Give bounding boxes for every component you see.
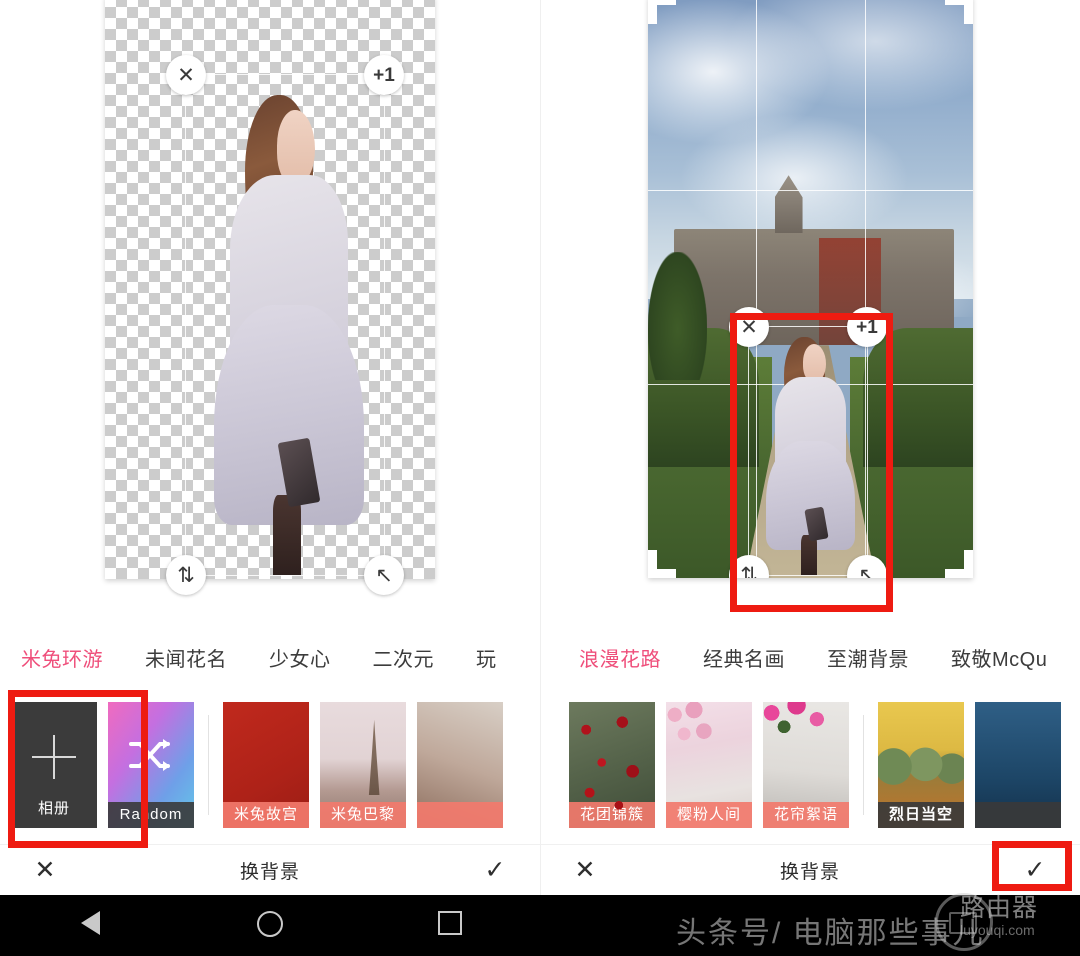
thumb-clipped[interactable]	[417, 702, 503, 828]
selection-flip-handle[interactable]: ⇅	[166, 555, 206, 595]
cutout-person	[186, 75, 384, 575]
cancel-button[interactable]: ✕	[540, 858, 630, 883]
right-editor-stage[interactable]: ✕ +1 ⇅ ↖	[540, 0, 1080, 628]
background-photo-canvas[interactable]: ✕ +1 ⇅ ↖	[648, 0, 973, 578]
right-android-navbar[interactable]	[540, 895, 1080, 956]
thumb-label: 米兔故宫	[223, 802, 309, 828]
thumb-random[interactable]: Random	[108, 702, 194, 828]
thumb-label	[417, 802, 503, 828]
tab-zhijing-mcqueen[interactable]: 致敬McQu	[930, 643, 1068, 672]
selection-delete-handle[interactable]: ✕	[729, 307, 769, 347]
crop-mark-top-left-v	[648, 0, 657, 24]
right-category-tabs[interactable]: 浪漫花路 经典名画 至潮背景 致敬McQu	[540, 628, 1080, 686]
pasted-person-selection-box[interactable]: ✕ +1 ⇅ ↖	[729, 307, 887, 578]
tab-langman-hualu[interactable]: 浪漫花路	[558, 643, 682, 672]
selection-delete-handle[interactable]: ✕	[166, 55, 206, 95]
home-circle-icon	[257, 910, 283, 937]
thumb-label: 烈日当空	[878, 802, 964, 828]
left-category-tabs[interactable]: 米兔环游 未闻花名 少女心 二次元 玩	[0, 628, 540, 686]
right-action-bar[interactable]: ✕ 换背景 ✓	[540, 844, 1080, 896]
nav-back-button[interactable]	[60, 910, 120, 941]
back-triangle-icon	[80, 910, 100, 935]
left-background-thumbnails[interactable]: 相册 Random 米兔故宫 米兔巴黎	[0, 686, 540, 844]
thumbnail-divider	[863, 715, 864, 815]
transparent-canvas[interactable]: ✕ +1 ⇅ ↖	[105, 0, 435, 595]
nav-home-button[interactable]	[240, 910, 300, 941]
tab-weiwenhuaming[interactable]: 未闻花名	[124, 643, 248, 672]
thumb-album-picker[interactable]: 相册	[11, 702, 97, 828]
nav-recents-button[interactable]	[420, 910, 480, 941]
selection-count-badge[interactable]: +1	[364, 55, 404, 95]
thumb-lieri-dangkong[interactable]: 烈日当空	[878, 702, 964, 828]
person-legs	[800, 535, 818, 575]
thumb-label: 花帘絮语	[763, 802, 849, 828]
left-action-bar[interactable]: ✕ 换背景 ✓	[0, 844, 540, 896]
screen-separator	[540, 0, 541, 895]
confirm-button[interactable]: ✓	[990, 858, 1080, 883]
thumb-label: 花团锦簇	[569, 802, 655, 828]
thumb-mitu-gugong[interactable]: 米兔故宫	[223, 702, 309, 828]
left-editor-stage[interactable]: ✕ +1 ⇅ ↖	[0, 0, 540, 628]
tab-shaonvxin[interactable]: 少女心	[248, 643, 352, 672]
tab-mitu-huanyou[interactable]: 米兔环游	[0, 643, 124, 672]
tab-clipped[interactable]: 玩	[455, 643, 518, 672]
recents-square-icon	[438, 910, 462, 935]
person-face	[803, 344, 826, 382]
right-phone-screen: ✕ +1 ⇅ ↖ 浪漫花路 经典名画 至潮背景 致敬McQu 花团锦簇 樱粉人间…	[540, 0, 1080, 956]
thumb-label: 樱粉人间	[666, 802, 752, 828]
left-phone-screen: ✕ +1 ⇅ ↖ 米兔环游 未闻花名 少女心 二次元 玩 相册 Random 米…	[0, 0, 540, 956]
cutout-selection-box[interactable]: ✕ +1 ⇅ ↖	[166, 55, 404, 595]
thumb-label: 相册	[37, 800, 70, 817]
action-bar-title: 换背景	[779, 862, 840, 883]
thumb-label: Random	[108, 802, 194, 828]
thumbnail-divider	[208, 715, 209, 815]
thumb-label	[975, 802, 1061, 828]
pasted-person	[749, 327, 867, 575]
plus-icon	[32, 735, 76, 780]
confirm-button[interactable]: ✓	[450, 858, 540, 883]
selection-count-badge[interactable]: +1	[847, 307, 887, 347]
thumb-yingfen-renjian[interactable]: 樱粉人间	[666, 702, 752, 828]
crop-mark-bottom-right-v	[964, 550, 973, 578]
thumb-clipped[interactable]	[975, 702, 1061, 828]
shuffle-icon	[128, 735, 174, 775]
left-android-navbar[interactable]	[0, 895, 540, 956]
tab-erciyuan[interactable]: 二次元	[352, 643, 456, 672]
tab-zhichao-beijing[interactable]: 至潮背景	[806, 643, 930, 672]
thumb-hualian-xuyu[interactable]: 花帘絮语	[763, 702, 849, 828]
tab-jingdian-minghua[interactable]: 经典名画	[682, 643, 806, 672]
action-bar-title: 换背景	[239, 862, 300, 883]
photo-hedge-right	[862, 327, 973, 468]
person-legs	[273, 495, 301, 575]
thumb-label: 米兔巴黎	[320, 802, 406, 828]
thumb-mitu-bali[interactable]: 米兔巴黎	[320, 702, 406, 828]
grid-line-horizontal-1	[648, 189, 973, 191]
thumb-huatuan-jincu[interactable]: 花团锦簇	[569, 702, 655, 828]
selection-resize-handle[interactable]: ↖	[364, 555, 404, 595]
person-face	[277, 110, 315, 185]
cancel-button[interactable]: ✕	[0, 858, 90, 883]
photo-trees	[648, 252, 707, 381]
crop-mark-bottom-left-v	[648, 550, 657, 578]
right-background-thumbnails[interactable]: 花团锦簇 樱粉人间 花帘絮语 烈日当空	[540, 686, 1080, 844]
crop-mark-top-right-v	[964, 0, 973, 24]
